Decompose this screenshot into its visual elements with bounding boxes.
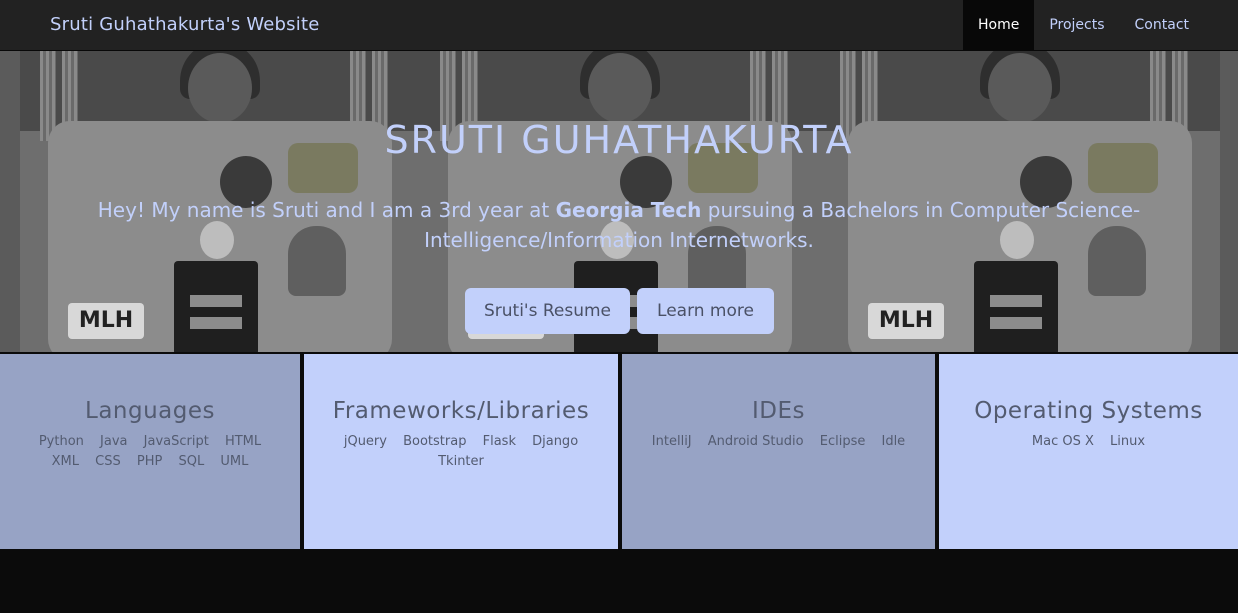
list-item: Idle (881, 434, 906, 449)
list-item: Django (532, 434, 579, 449)
hero-section: MLH MLH MLH SRUTI GUHATHAKURTA Hey! My n… (0, 51, 1238, 352)
hero-intro-text: Hey! My name is Sruti and I am a 3rd yea… (60, 195, 1178, 255)
nav-item-contact[interactable]: Contact (1120, 0, 1204, 50)
list-item: Java (100, 434, 128, 449)
list-item: XML (51, 454, 80, 469)
os-card: Operating Systems Mac OS X Linux (939, 354, 1238, 549)
languages-title: Languages (85, 398, 215, 424)
frameworks-card: Frameworks/Libraries jQuery Bootstrap Fl… (304, 354, 618, 549)
list-item: UML (220, 454, 249, 469)
list-item: jQuery (343, 434, 387, 449)
navbar: Sruti Guhathakurta's Website Home Projec… (0, 0, 1238, 51)
mlh-sticker: MLH (868, 303, 944, 339)
list-item: Tkinter (438, 454, 484, 469)
os-list: Mac OS X Linux (939, 432, 1238, 452)
list-item: SQL (178, 454, 205, 469)
list-item: Mac OS X (1031, 434, 1094, 449)
list-item: Bootstrap (403, 434, 467, 449)
ides-list: IntelliJ Android Studio Eclipse Idle (622, 432, 935, 452)
intro-text-start: Hey! My name is Sruti and I am a 3rd yea… (97, 198, 556, 222)
frameworks-list: jQuery Bootstrap Flask Django Tkinter (304, 432, 618, 472)
list-item: Flask (482, 434, 516, 449)
nav-item-projects[interactable]: Projects (1034, 0, 1119, 50)
list-item: Android Studio (707, 434, 804, 449)
frameworks-title: Frameworks/Libraries (332, 398, 590, 424)
resume-button[interactable]: Sruti's Resume (465, 288, 630, 334)
ides-card: IDEs IntelliJ Android Studio Eclipse Idl… (622, 354, 935, 549)
skills-section: Languages Python Java JavaScript HTML XM… (0, 352, 1238, 549)
learn-more-button[interactable]: Learn more (637, 288, 774, 334)
site-brand-link[interactable]: Sruti Guhathakurta's Website (50, 0, 319, 50)
list-item: Python (38, 434, 84, 449)
list-item: PHP (136, 454, 163, 469)
list-item: HTML (224, 434, 262, 449)
mlh-sticker: MLH (68, 303, 144, 339)
languages-card: Languages Python Java JavaScript HTML XM… (0, 354, 300, 549)
list-item: Linux (1110, 434, 1146, 449)
list-item: Eclipse (819, 434, 866, 449)
nav-menu: Home Projects Contact (962, 0, 1204, 50)
list-item: JavaScript (143, 434, 209, 449)
nav-item-home[interactable]: Home (962, 0, 1035, 50)
intro-school-name: Georgia Tech (555, 198, 702, 222)
list-item: CSS (95, 454, 121, 469)
ides-title: IDEs (751, 398, 805, 424)
os-title: Operating Systems (974, 398, 1203, 424)
list-item: IntelliJ (651, 434, 692, 449)
languages-list: Python Java JavaScript HTML XML CSS PHP … (0, 432, 300, 472)
hero-title: SRUTI GUHATHAKURTA (384, 118, 854, 162)
